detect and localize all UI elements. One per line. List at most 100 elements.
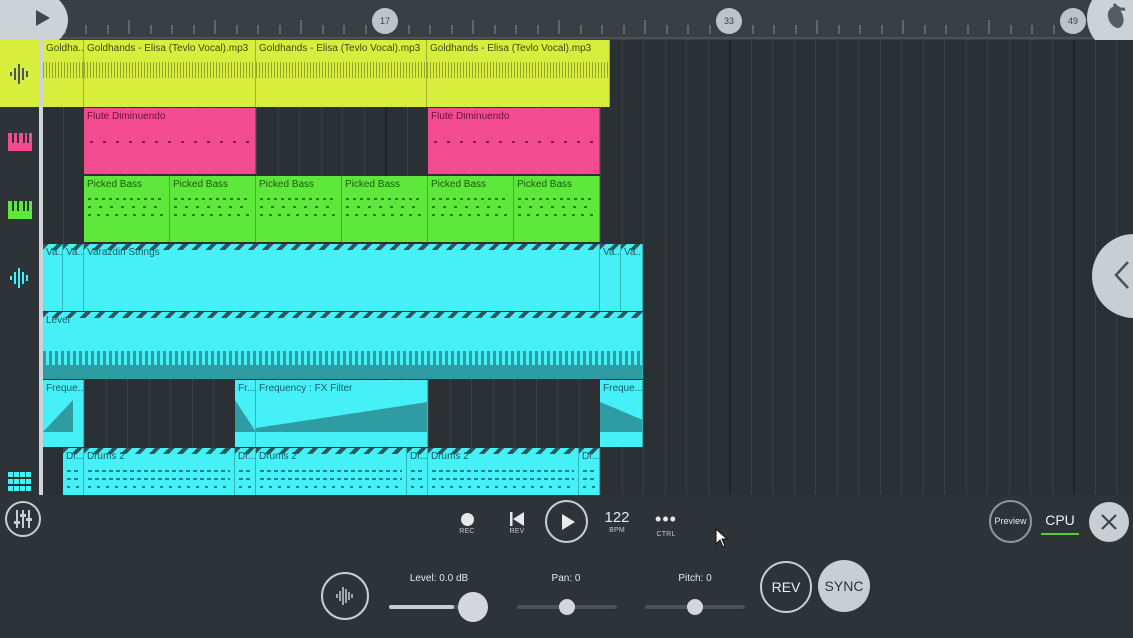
play-button[interactable] [545, 500, 588, 543]
ruler-tick [579, 25, 582, 34]
automation-clip[interactable]: Freque... [600, 380, 643, 447]
record-button[interactable]: REC [454, 507, 480, 535]
automation-curve [235, 400, 255, 432]
automation-clip[interactable]: Level [43, 312, 643, 379]
chevron-left-icon [1114, 261, 1129, 289]
play-icon [562, 514, 575, 530]
reverse-button[interactable]: REV [760, 561, 812, 613]
timeline-ruler[interactable]: 17 33 49 [0, 0, 1133, 40]
pattern-clip[interactable]: Drums 2 [428, 448, 579, 495]
bar-marker-49[interactable]: 49 [1060, 8, 1086, 34]
pattern-clip[interactable]: Picked Bass [514, 176, 600, 242]
ruler-tick [343, 25, 345, 34]
sync-button[interactable]: SYNC [818, 560, 870, 612]
play-icon [36, 10, 50, 26]
waveform [84, 62, 255, 78]
pattern-clip[interactable]: Picked Bass [428, 176, 514, 242]
clip-label: Va... [624, 247, 643, 258]
ruler-tick [429, 25, 431, 34]
pan-slider-thumb[interactable] [559, 599, 575, 615]
pattern-clip[interactable]: Picked Bass [342, 176, 428, 242]
ruler-tick [816, 20, 818, 34]
audio-waveform-icon [10, 267, 28, 288]
lane-3: Picked Bass Picked Bass Picked Bass Pick… [43, 176, 1133, 243]
audio-clip[interactable]: Va... [621, 244, 643, 311]
transport-bar: REC REV 122 BPM ••• CTRL Preview CPU [0, 495, 1133, 545]
bar-marker-33[interactable]: 33 [716, 8, 742, 34]
track-2-header[interactable] [0, 108, 40, 175]
lane-7: Dr... Drums 2 Dr... Drums 2 Dr... Drums … [43, 448, 1133, 495]
preview-button[interactable]: Preview [989, 500, 1032, 543]
clip-label: Drums 2 [431, 451, 469, 462]
drum-notes [411, 468, 423, 492]
rewind-button[interactable]: REV [504, 507, 530, 535]
mixer-button[interactable] [5, 501, 41, 537]
pattern-clip[interactable]: Dr... [579, 448, 600, 495]
ruler-tick [1031, 25, 1033, 34]
pattern-clip[interactable]: Picked Bass [170, 176, 256, 242]
audio-waveform-icon [336, 587, 353, 605]
audio-clip[interactable]: Varazdin Strings [84, 244, 600, 311]
lane-4: Va... Va... Varazdin Strings Va... Va... [43, 244, 1133, 311]
pattern-clip[interactable]: Dr... [235, 448, 256, 495]
pitch-slider-thumb[interactable] [687, 599, 703, 615]
ruler-tick [149, 25, 152, 34]
automation-clip[interactable]: Freque... [43, 380, 84, 447]
audio-clip[interactable]: Va... [43, 244, 63, 311]
track-6-header[interactable] [0, 380, 40, 447]
note-preview [518, 196, 595, 222]
level-slider-thumb[interactable] [457, 592, 488, 622]
note-dots [434, 141, 593, 143]
automation-clip[interactable]: Frequency : FX Filter [256, 380, 428, 447]
pattern-clip[interactable]: Flute Diminuendo [428, 108, 600, 174]
clip-label: Dr... [238, 451, 256, 462]
track-4-header[interactable] [0, 244, 40, 311]
audio-clip[interactable]: Goldha... [43, 40, 84, 107]
pattern-clip[interactable]: Drums 2 [84, 448, 235, 495]
automation-clip[interactable]: Fr... [235, 380, 256, 447]
ruler-tick [837, 25, 840, 34]
ruler-tick [300, 20, 302, 34]
ruler-tick [794, 25, 797, 34]
close-button[interactable] [1089, 502, 1129, 542]
drum-notes [583, 468, 595, 492]
ruler-baseline [0, 37, 1133, 39]
drum-notes [260, 468, 402, 492]
track-3-header[interactable] [0, 176, 40, 243]
audio-clip[interactable]: Goldhands - Elisa (Tevlo Vocal).mp3 [84, 40, 256, 107]
ruler-tick [622, 25, 625, 34]
automation-curve [600, 402, 642, 432]
ruler-tick [235, 25, 238, 34]
audio-clip[interactable]: Va... [63, 244, 84, 311]
pattern-clip[interactable]: Dr... [63, 448, 84, 495]
envelope-edge [84, 244, 599, 250]
audio-clip[interactable]: Goldhands - Elisa (Tevlo Vocal).mp3 [256, 40, 427, 107]
clip-label: Goldhands - Elisa (Tevlo Vocal).mp3 [430, 43, 592, 54]
playlist-arrangement[interactable]: Goldha... Goldhands - Elisa (Tevlo Vocal… [43, 40, 1133, 495]
track-5-header[interactable] [0, 312, 40, 379]
track-1-header[interactable] [0, 40, 40, 107]
audio-clip[interactable]: Goldhands - Elisa (Tevlo Vocal).mp3 [427, 40, 610, 107]
playhead[interactable] [39, 40, 43, 495]
tempo-value: 122 [604, 509, 630, 526]
audio-clip[interactable]: Va... [600, 244, 621, 311]
drum-notes [239, 468, 251, 492]
pattern-clip[interactable]: Picked Bass [256, 176, 342, 242]
pattern-clip[interactable]: Flute Diminuendo [84, 108, 256, 174]
cpu-meter-label[interactable]: CPU [1040, 512, 1080, 528]
pattern-clip[interactable]: Drums 2 [256, 448, 407, 495]
clip-label: Va... [46, 247, 63, 258]
bar-marker-17[interactable]: 17 [372, 8, 398, 34]
ruler-tick [687, 25, 689, 34]
note-preview [88, 196, 165, 222]
ruler-tick [880, 25, 883, 34]
tempo-button[interactable]: 122 BPM [598, 509, 636, 534]
pattern-clip[interactable]: Dr... [407, 448, 428, 495]
lane-2: Flute Diminuendo Flute Diminuendo [43, 108, 1133, 175]
mixer-sliders-icon [14, 510, 32, 528]
channel-button[interactable] [321, 572, 369, 620]
pattern-clip[interactable]: Picked Bass [84, 176, 170, 242]
ctrl-button[interactable]: ••• CTRL [648, 507, 684, 538]
lane-5: Level [43, 312, 1133, 379]
ruler-tick [966, 25, 969, 34]
